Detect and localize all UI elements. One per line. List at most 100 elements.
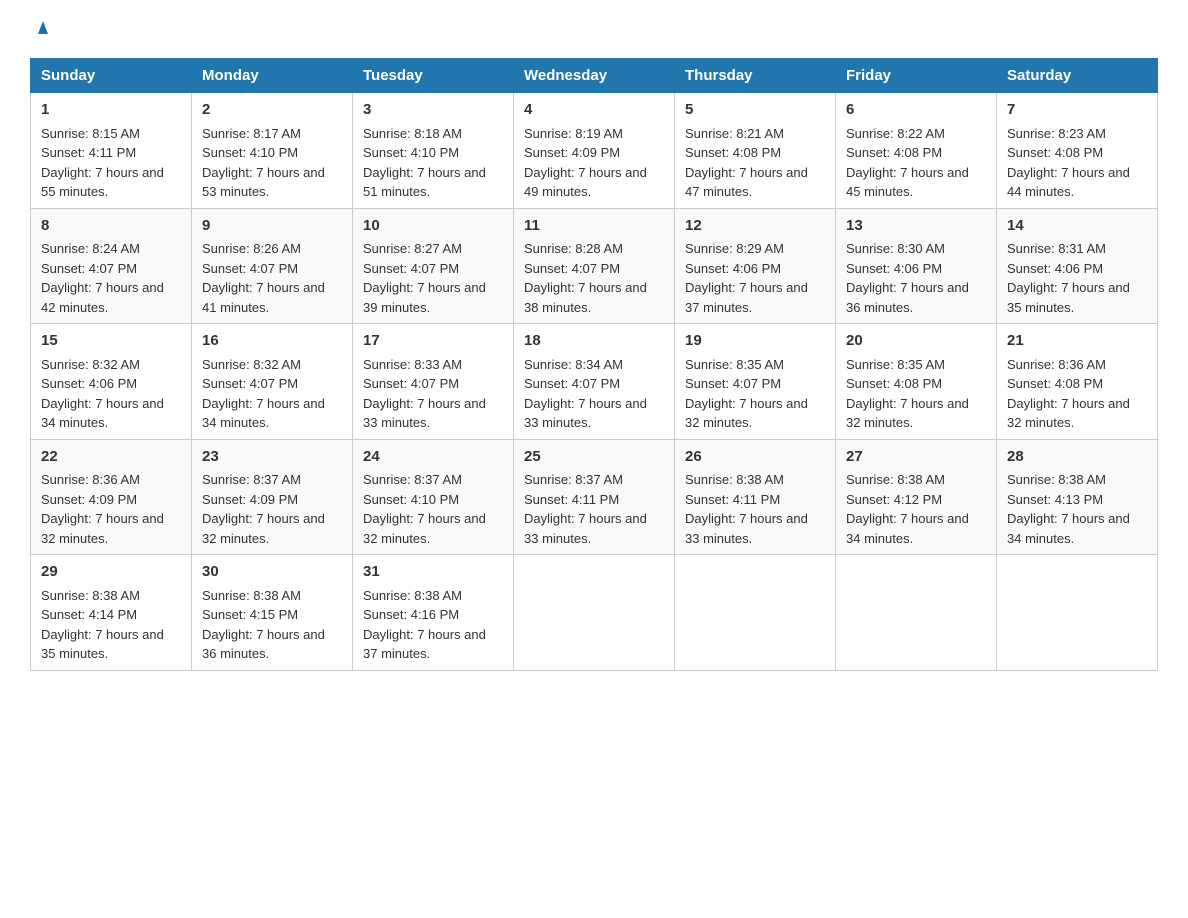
- day-number: 17: [363, 330, 503, 353]
- daylight-info: Daylight: 7 hours and 41 minutes.: [202, 280, 325, 315]
- sunrise-info: Sunrise: 8:34 AM: [524, 357, 623, 372]
- day-number: 16: [202, 330, 342, 353]
- daylight-info: Daylight: 7 hours and 39 minutes.: [363, 280, 486, 315]
- calendar-table: SundayMondayTuesdayWednesdayThursdayFrid…: [30, 58, 1158, 671]
- calendar-header: SundayMondayTuesdayWednesdayThursdayFrid…: [31, 59, 1158, 93]
- daylight-info: Daylight: 7 hours and 34 minutes.: [41, 396, 164, 431]
- daylight-info: Daylight: 7 hours and 34 minutes.: [202, 396, 325, 431]
- sunset-info: Sunset: 4:08 PM: [1007, 145, 1103, 160]
- daylight-info: Daylight: 7 hours and 47 minutes.: [685, 165, 808, 200]
- calendar-cell: 20 Sunrise: 8:35 AM Sunset: 4:08 PM Dayl…: [836, 324, 997, 440]
- sunset-info: Sunset: 4:10 PM: [202, 145, 298, 160]
- sunrise-info: Sunrise: 8:32 AM: [41, 357, 140, 372]
- calendar-cell: 22 Sunrise: 8:36 AM Sunset: 4:09 PM Dayl…: [31, 439, 192, 555]
- sunrise-info: Sunrise: 8:21 AM: [685, 126, 784, 141]
- calendar-week-row: 1 Sunrise: 8:15 AM Sunset: 4:11 PM Dayli…: [31, 93, 1158, 209]
- sunset-info: Sunset: 4:11 PM: [524, 492, 619, 507]
- sunset-info: Sunset: 4:07 PM: [363, 261, 459, 276]
- header-row: SundayMondayTuesdayWednesdayThursdayFrid…: [31, 59, 1158, 93]
- sunrise-info: Sunrise: 8:22 AM: [846, 126, 945, 141]
- day-number: 13: [846, 215, 986, 238]
- daylight-info: Daylight: 7 hours and 37 minutes.: [685, 280, 808, 315]
- sunset-info: Sunset: 4:16 PM: [363, 607, 459, 622]
- day-number: 15: [41, 330, 181, 353]
- calendar-cell: 14 Sunrise: 8:31 AM Sunset: 4:06 PM Dayl…: [997, 208, 1158, 324]
- sunset-info: Sunset: 4:07 PM: [524, 261, 620, 276]
- daylight-info: Daylight: 7 hours and 33 minutes.: [524, 396, 647, 431]
- daylight-info: Daylight: 7 hours and 45 minutes.: [846, 165, 969, 200]
- sunset-info: Sunset: 4:06 PM: [685, 261, 781, 276]
- calendar-week-row: 15 Sunrise: 8:32 AM Sunset: 4:06 PM Dayl…: [31, 324, 1158, 440]
- daylight-info: Daylight: 7 hours and 32 minutes.: [202, 511, 325, 546]
- calendar-week-row: 22 Sunrise: 8:36 AM Sunset: 4:09 PM Dayl…: [31, 439, 1158, 555]
- day-number: 2: [202, 99, 342, 122]
- daylight-info: Daylight: 7 hours and 42 minutes.: [41, 280, 164, 315]
- sunset-info: Sunset: 4:07 PM: [363, 376, 459, 391]
- day-number: 19: [685, 330, 825, 353]
- sunset-info: Sunset: 4:11 PM: [41, 145, 136, 160]
- calendar-cell: 16 Sunrise: 8:32 AM Sunset: 4:07 PM Dayl…: [192, 324, 353, 440]
- sunset-info: Sunset: 4:06 PM: [1007, 261, 1103, 276]
- day-number: 31: [363, 561, 503, 584]
- sunrise-info: Sunrise: 8:24 AM: [41, 241, 140, 256]
- calendar-cell: [997, 555, 1158, 671]
- day-number: 30: [202, 561, 342, 584]
- sunrise-info: Sunrise: 8:17 AM: [202, 126, 301, 141]
- calendar-cell: 30 Sunrise: 8:38 AM Sunset: 4:15 PM Dayl…: [192, 555, 353, 671]
- day-number: 8: [41, 215, 181, 238]
- sunrise-info: Sunrise: 8:38 AM: [685, 472, 784, 487]
- daylight-info: Daylight: 7 hours and 32 minutes.: [363, 511, 486, 546]
- daylight-info: Daylight: 7 hours and 33 minutes.: [363, 396, 486, 431]
- daylight-info: Daylight: 7 hours and 33 minutes.: [685, 511, 808, 546]
- sunrise-info: Sunrise: 8:15 AM: [41, 126, 140, 141]
- sunrise-info: Sunrise: 8:36 AM: [41, 472, 140, 487]
- calendar-cell: 24 Sunrise: 8:37 AM Sunset: 4:10 PM Dayl…: [353, 439, 514, 555]
- sunset-info: Sunset: 4:08 PM: [1007, 376, 1103, 391]
- sunset-info: Sunset: 4:08 PM: [846, 376, 942, 391]
- header-cell-saturday: Saturday: [997, 59, 1158, 93]
- calendar-cell: 17 Sunrise: 8:33 AM Sunset: 4:07 PM Dayl…: [353, 324, 514, 440]
- header-cell-friday: Friday: [836, 59, 997, 93]
- calendar-cell: 31 Sunrise: 8:38 AM Sunset: 4:16 PM Dayl…: [353, 555, 514, 671]
- header-cell-monday: Monday: [192, 59, 353, 93]
- header-cell-tuesday: Tuesday: [353, 59, 514, 93]
- sunset-info: Sunset: 4:07 PM: [41, 261, 137, 276]
- calendar-cell: 21 Sunrise: 8:36 AM Sunset: 4:08 PM Dayl…: [997, 324, 1158, 440]
- day-number: 22: [41, 446, 181, 469]
- daylight-info: Daylight: 7 hours and 35 minutes.: [1007, 280, 1130, 315]
- calendar-cell: 10 Sunrise: 8:27 AM Sunset: 4:07 PM Dayl…: [353, 208, 514, 324]
- daylight-info: Daylight: 7 hours and 36 minutes.: [846, 280, 969, 315]
- calendar-cell: 5 Sunrise: 8:21 AM Sunset: 4:08 PM Dayli…: [675, 93, 836, 209]
- day-number: 9: [202, 215, 342, 238]
- day-number: 14: [1007, 215, 1147, 238]
- calendar-week-row: 8 Sunrise: 8:24 AM Sunset: 4:07 PM Dayli…: [31, 208, 1158, 324]
- sunrise-info: Sunrise: 8:35 AM: [685, 357, 784, 372]
- day-number: 25: [524, 446, 664, 469]
- calendar-cell: [836, 555, 997, 671]
- daylight-info: Daylight: 7 hours and 34 minutes.: [1007, 511, 1130, 546]
- sunrise-info: Sunrise: 8:18 AM: [363, 126, 462, 141]
- sunset-info: Sunset: 4:10 PM: [363, 492, 459, 507]
- day-number: 6: [846, 99, 986, 122]
- daylight-info: Daylight: 7 hours and 55 minutes.: [41, 165, 164, 200]
- calendar-cell: 2 Sunrise: 8:17 AM Sunset: 4:10 PM Dayli…: [192, 93, 353, 209]
- daylight-info: Daylight: 7 hours and 49 minutes.: [524, 165, 647, 200]
- calendar-cell: 3 Sunrise: 8:18 AM Sunset: 4:10 PM Dayli…: [353, 93, 514, 209]
- sunrise-info: Sunrise: 8:36 AM: [1007, 357, 1106, 372]
- calendar-cell: [514, 555, 675, 671]
- sunset-info: Sunset: 4:13 PM: [1007, 492, 1103, 507]
- header-cell-thursday: Thursday: [675, 59, 836, 93]
- calendar-cell: 6 Sunrise: 8:22 AM Sunset: 4:08 PM Dayli…: [836, 93, 997, 209]
- sunset-info: Sunset: 4:12 PM: [846, 492, 942, 507]
- sunset-info: Sunset: 4:07 PM: [685, 376, 781, 391]
- sunrise-info: Sunrise: 8:31 AM: [1007, 241, 1106, 256]
- calendar-cell: 13 Sunrise: 8:30 AM Sunset: 4:06 PM Dayl…: [836, 208, 997, 324]
- sunset-info: Sunset: 4:09 PM: [524, 145, 620, 160]
- sunset-info: Sunset: 4:14 PM: [41, 607, 137, 622]
- daylight-info: Daylight: 7 hours and 35 minutes.: [41, 627, 164, 662]
- sunrise-info: Sunrise: 8:37 AM: [524, 472, 623, 487]
- sunrise-info: Sunrise: 8:30 AM: [846, 241, 945, 256]
- sunrise-info: Sunrise: 8:38 AM: [846, 472, 945, 487]
- sunrise-info: Sunrise: 8:32 AM: [202, 357, 301, 372]
- sunset-info: Sunset: 4:06 PM: [846, 261, 942, 276]
